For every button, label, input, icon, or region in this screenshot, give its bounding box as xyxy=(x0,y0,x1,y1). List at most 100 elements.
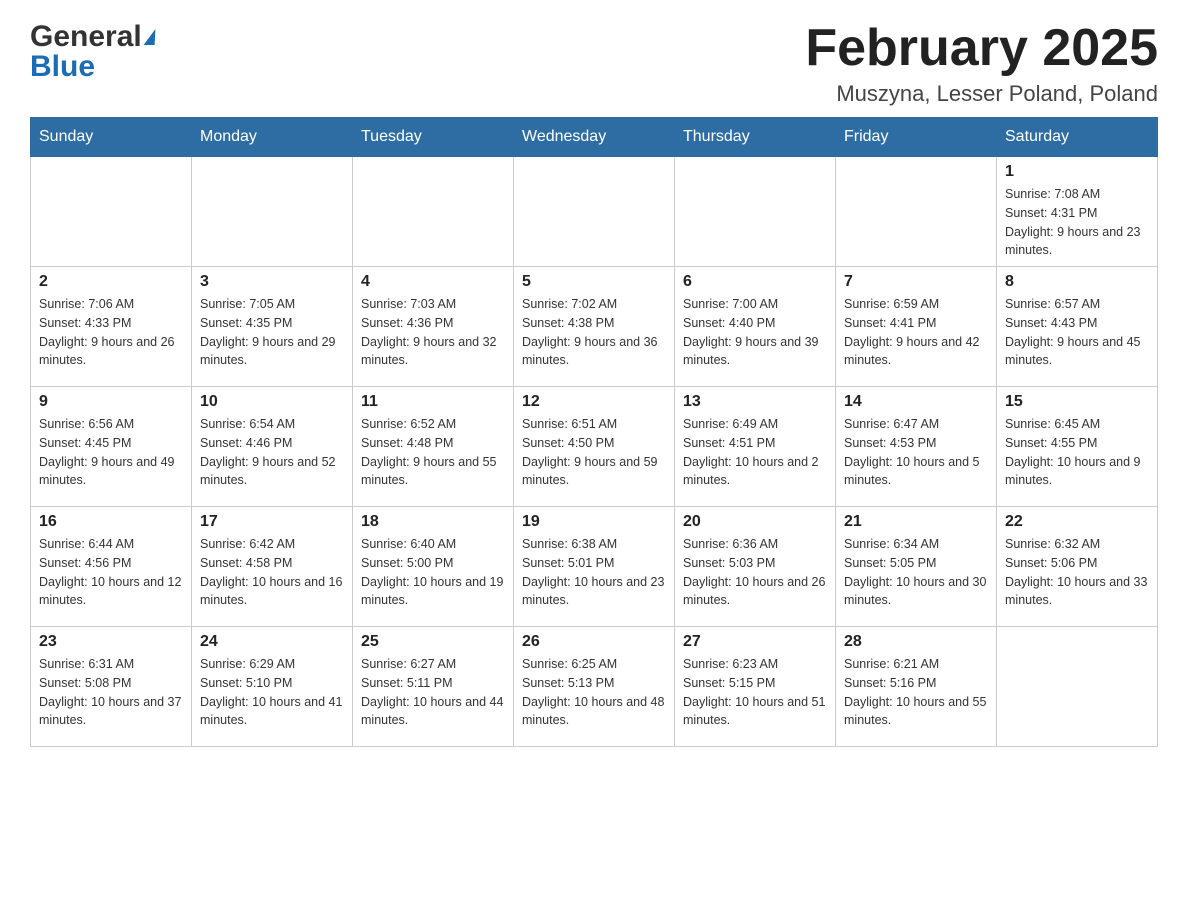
calendar-cell: 16Sunrise: 6:44 AMSunset: 4:56 PMDayligh… xyxy=(31,507,192,627)
weekday-header-monday: Monday xyxy=(192,118,353,157)
weekday-header-wednesday: Wednesday xyxy=(514,118,675,157)
day-info: Sunrise: 6:45 AM xyxy=(1005,415,1149,434)
calendar-cell: 14Sunrise: 6:47 AMSunset: 4:53 PMDayligh… xyxy=(836,387,997,507)
day-number: 15 xyxy=(1005,393,1149,411)
calendar-week-row: 1Sunrise: 7:08 AMSunset: 4:31 PMDaylight… xyxy=(31,157,1158,267)
day-number: 4 xyxy=(361,273,505,291)
day-info: Sunrise: 6:36 AM xyxy=(683,535,827,554)
day-info: Sunset: 4:36 PM xyxy=(361,314,505,333)
day-info: Sunset: 4:58 PM xyxy=(200,554,344,573)
calendar-cell xyxy=(353,157,514,267)
day-number: 26 xyxy=(522,633,666,651)
day-info: Sunrise: 6:59 AM xyxy=(844,295,988,314)
weekday-header-sunday: Sunday xyxy=(31,118,192,157)
day-info: Sunrise: 6:49 AM xyxy=(683,415,827,434)
day-info: Daylight: 9 hours and 29 minutes. xyxy=(200,333,344,371)
day-info: Daylight: 9 hours and 32 minutes. xyxy=(361,333,505,371)
calendar-cell: 28Sunrise: 6:21 AMSunset: 5:16 PMDayligh… xyxy=(836,627,997,747)
day-info: Sunset: 4:56 PM xyxy=(39,554,183,573)
day-info: Sunset: 4:43 PM xyxy=(1005,314,1149,333)
day-info: Sunset: 4:33 PM xyxy=(39,314,183,333)
day-info: Sunset: 5:01 PM xyxy=(522,554,666,573)
calendar-cell xyxy=(31,157,192,267)
day-info: Sunset: 4:41 PM xyxy=(844,314,988,333)
day-info: Sunrise: 7:00 AM xyxy=(683,295,827,314)
day-info: Sunrise: 6:40 AM xyxy=(361,535,505,554)
calendar-cell: 24Sunrise: 6:29 AMSunset: 5:10 PMDayligh… xyxy=(192,627,353,747)
day-number: 22 xyxy=(1005,513,1149,531)
day-number: 24 xyxy=(200,633,344,651)
day-info: Sunrise: 7:03 AM xyxy=(361,295,505,314)
logo-blue-text: Blue xyxy=(30,50,156,84)
calendar-cell: 20 Sunrise: 6:36 AMSunset: 5:03 PMDayligh… xyxy=(675,507,836,627)
day-info: Daylight: 10 hours and 26 minutes. xyxy=(683,573,827,611)
day-info: Sunset: 4:31 PM xyxy=(1005,204,1149,223)
calendar-cell: 5Sunrise: 7:02 AMSunset: 4:38 PMDaylight… xyxy=(514,267,675,387)
day-info: Sunset: 4:55 PM xyxy=(1005,434,1149,453)
logo-general-text: General xyxy=(30,20,142,54)
calendar-cell: 11 Sunrise: 6:52 AMSunset: 4:48 PMDayligh… xyxy=(353,387,514,507)
day-info: Sunset: 5:03 PM xyxy=(683,554,827,573)
day-info: Sunset: 4:45 PM xyxy=(39,434,183,453)
day-number: 9 xyxy=(39,393,183,411)
calendar-cell: 15Sunrise: 6:45 AMSunset: 4:55 PMDayligh… xyxy=(997,387,1158,507)
day-info: Daylight: 9 hours and 55 minutes. xyxy=(361,453,505,491)
day-info: Daylight: 9 hours and 39 minutes. xyxy=(683,333,827,371)
calendar-cell: 7Sunrise: 6:59 AMSunset: 4:41 PMDaylight… xyxy=(836,267,997,387)
day-info: Sunrise: 6:31 AM xyxy=(39,655,183,674)
day-info: Sunrise: 6:52 AM xyxy=(361,415,505,434)
calendar-cell: 17Sunrise: 6:42 AMSunset: 4:58 PMDayligh… xyxy=(192,507,353,627)
calendar-cell: 18Sunrise: 6:40 AMSunset: 5:00 PMDayligh… xyxy=(353,507,514,627)
day-number: 23 xyxy=(39,633,183,651)
day-number: 10 xyxy=(200,393,344,411)
day-info: Sunrise: 6:34 AM xyxy=(844,535,988,554)
day-info: Sunset: 4:48 PM xyxy=(361,434,505,453)
day-info: Sunset: 4:50 PM xyxy=(522,434,666,453)
day-info: Daylight: 10 hours and 55 minutes. xyxy=(844,693,988,731)
day-info: Daylight: 10 hours and 5 minutes. xyxy=(844,453,988,491)
calendar-week-row: 23 Sunrise: 6:31 AMSunset: 5:08 PM Dayligh… xyxy=(31,627,1158,747)
calendar-body: 1Sunrise: 7:08 AMSunset: 4:31 PMDaylight… xyxy=(31,157,1158,747)
day-number: 21 xyxy=(844,513,988,531)
calendar-cell: 8Sunrise: 6:57 AMSunset: 4:43 PMDaylight… xyxy=(997,267,1158,387)
day-info: Daylight: 9 hours and 26 minutes. xyxy=(39,333,183,371)
day-info: Daylight: 10 hours and 16 minutes. xyxy=(200,573,344,611)
day-info: Sunrise: 6:38 AM xyxy=(522,535,666,554)
day-info: Sunset: 5:08 PM xyxy=(39,674,183,693)
day-info: Daylight: 10 hours and 12 minutes. xyxy=(39,573,183,611)
day-number: 13 xyxy=(683,393,827,411)
day-info: Sunrise: 6:57 AM xyxy=(1005,295,1149,314)
day-info: Daylight: 9 hours and 59 minutes. xyxy=(522,453,666,491)
day-info: Daylight: 9 hours and 45 minutes. xyxy=(1005,333,1149,371)
day-info: Sunrise: 6:29 AM xyxy=(200,655,344,674)
day-info: Sunrise: 6:47 AM xyxy=(844,415,988,434)
calendar-week-row: 16Sunrise: 6:44 AMSunset: 4:56 PMDayligh… xyxy=(31,507,1158,627)
day-info: Sunrise: 6:32 AM xyxy=(1005,535,1149,554)
day-number: 17 xyxy=(200,513,344,531)
day-number: 20 xyxy=(683,513,827,531)
calendar-cell xyxy=(997,627,1158,747)
day-info: Daylight: 10 hours and 33 minutes. xyxy=(1005,573,1149,611)
day-info: Sunset: 5:13 PM xyxy=(522,674,666,693)
day-number: 11 xyxy=(361,393,505,411)
calendar-table: SundayMondayTuesdayWednesdayThursdayFrid… xyxy=(30,117,1158,747)
calendar-cell xyxy=(192,157,353,267)
day-info: Sunrise: 7:02 AM xyxy=(522,295,666,314)
weekday-header-row: SundayMondayTuesdayWednesdayThursdayFrid… xyxy=(31,118,1158,157)
calendar-cell: 23Sunrise: 6:31 AMSunset: 5:08 PMDayligh… xyxy=(31,627,192,747)
day-info: Daylight: 10 hours and 19 minutes. xyxy=(361,573,505,611)
day-info: Daylight: 10 hours and 30 minutes. xyxy=(844,573,988,611)
day-info: Sunrise: 6:27 AM xyxy=(361,655,505,674)
day-number: 19 xyxy=(522,513,666,531)
title-section: February 2025 Muszyna, Lesser Poland, Po… xyxy=(805,20,1158,107)
calendar-cell xyxy=(675,157,836,267)
day-number: 14 xyxy=(844,393,988,411)
day-number: 6 xyxy=(683,273,827,291)
day-info: Daylight: 10 hours and 2 minutes. xyxy=(683,453,827,491)
day-info: Sunset: 4:51 PM xyxy=(683,434,827,453)
page-title: February 2025 xyxy=(805,20,1158,77)
day-info: Daylight: 10 hours and 41 minutes. xyxy=(200,693,344,731)
calendar-cell: 4 Sunrise: 7:03 AMSunset: 4:36 PMDaylight… xyxy=(353,267,514,387)
weekday-header-saturday: Saturday xyxy=(997,118,1158,157)
calendar-cell: 6Sunrise: 7:00 AMSunset: 4:40 PMDaylight… xyxy=(675,267,836,387)
